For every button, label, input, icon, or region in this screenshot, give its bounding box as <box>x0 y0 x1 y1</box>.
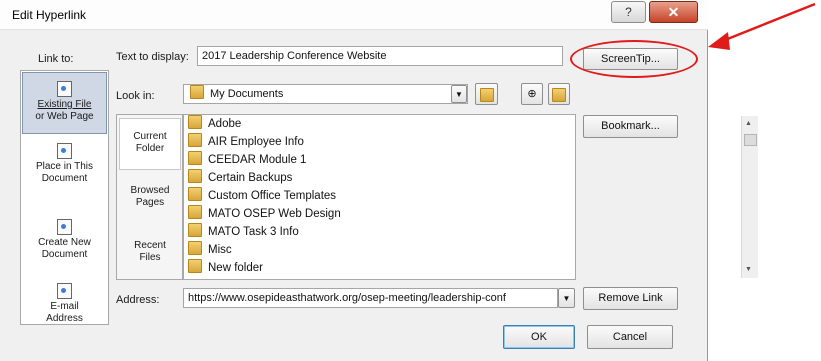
file-name: New folder <box>208 262 263 274</box>
pane-item-label: Folder <box>135 143 165 154</box>
folder-pane: Current Folder Browsed Pages Recent File… <box>116 114 183 280</box>
document-place-icon <box>57 143 72 159</box>
list-item[interactable]: CEEDAR Module 1 <box>188 151 306 169</box>
ok-button[interactable]: OK <box>503 325 575 349</box>
scroll-down-arrow[interactable]: ▼ <box>745 266 752 273</box>
list-item[interactable]: Misc <box>188 241 232 259</box>
link-to-existing-file[interactable]: Existing File or Web Page <box>22 72 107 134</box>
list-item[interactable]: MATO Task 3 Info <box>188 223 299 241</box>
annotation-arrow <box>708 2 816 50</box>
file-name: MATO OSEP Web Design <box>208 208 341 220</box>
list-item[interactable]: Certain Backups <box>188 169 292 187</box>
scroll-up-arrow[interactable]: ▲ <box>745 120 752 127</box>
text-to-display-input[interactable]: 2017 Leadership Conference Website <box>197 46 563 66</box>
help-button[interactable]: ? <box>611 1 646 23</box>
up-folder-icon <box>479 88 494 102</box>
pane-item-label: Browsed <box>130 185 170 196</box>
link-item-label: E-mail <box>50 301 79 312</box>
pane-item-label: Recent <box>134 240 166 251</box>
list-item[interactable]: Custom Office Templates <box>188 187 336 205</box>
open-folder-icon <box>552 88 566 102</box>
up-one-folder-button[interactable] <box>475 83 498 105</box>
link-to-create-new-document[interactable]: Create New Document <box>22 219 107 271</box>
list-item[interactable]: New folder <box>188 259 263 277</box>
address-input[interactable]: https://www.osepideasthatwork.org/osep-m… <box>183 288 558 308</box>
pane-item-label: Files <box>139 252 161 263</box>
text-to-display-label: Text to display: <box>116 51 189 63</box>
look-in-dropdown-arrow[interactable]: ▼ <box>451 85 467 103</box>
file-list[interactable]: Adobe AIR Employee Info CEEDAR Module 1 … <box>183 114 758 280</box>
look-in-dropdown[interactable]: My Documents <box>183 84 468 104</box>
link-to-sidebar: Existing File or Web Page Place in This … <box>20 70 109 325</box>
link-to-place-in-document[interactable]: Place in This Document <box>22 143 107 195</box>
link-item-label: Document <box>41 249 88 260</box>
arrow-head <box>708 32 730 50</box>
browse-web-button[interactable]: ⊕ <box>521 83 543 105</box>
email-icon <box>57 283 72 299</box>
look-in-label: Look in: <box>116 90 155 102</box>
link-item-label: Address <box>46 313 83 324</box>
folder-icon <box>188 115 202 129</box>
cancel-button[interactable]: Cancel <box>587 325 673 349</box>
link-to-email-address[interactable]: E-mail Address <box>22 283 107 324</box>
folder-icon <box>188 241 202 255</box>
new-document-icon <box>57 219 72 235</box>
current-folder-tab[interactable]: Current Folder <box>119 118 181 170</box>
folder-icon <box>188 187 202 201</box>
link-item-label: Place in This <box>35 161 94 172</box>
file-list-scrollbar[interactable]: ▲ ▼ <box>741 116 758 278</box>
title-bar: Edit Hyperlink ? ✕ <box>0 0 708 30</box>
folder-icon <box>188 151 202 165</box>
folder-icon <box>188 259 202 273</box>
search-globe-icon: ⊕ <box>527 88 537 100</box>
annotation-ellipse <box>570 40 698 78</box>
link-item-label: or Web Page <box>35 111 94 122</box>
file-name: CEEDAR Module 1 <box>208 154 307 166</box>
address-dropdown-arrow[interactable]: ▼ <box>558 288 575 308</box>
remove-link-button[interactable]: Remove Link <box>583 287 678 310</box>
link-item-label: Document <box>41 173 88 184</box>
folder-icon <box>190 85 204 99</box>
list-item[interactable]: Adobe <box>188 115 241 133</box>
list-item[interactable]: MATO OSEP Web Design <box>188 205 341 223</box>
recent-files-tab[interactable]: Recent Files <box>119 240 181 270</box>
link-item-label: Existing File <box>37 99 92 110</box>
file-name: Adobe <box>208 118 242 130</box>
bookmark-button[interactable]: Bookmark... <box>583 115 678 138</box>
address-label: Address: <box>116 294 160 306</box>
file-name: Certain Backups <box>208 172 293 184</box>
link-item-label: Create New <box>38 237 91 248</box>
pane-item-label: Pages <box>135 197 165 208</box>
list-item[interactable]: AIR Employee Info <box>188 133 304 151</box>
browse-file-button[interactable] <box>548 83 570 105</box>
link-to-label: Link to: <box>38 53 74 65</box>
folder-icon <box>188 223 202 237</box>
file-name: MATO Task 3 Info <box>208 226 299 238</box>
file-name: AIR Employee Info <box>208 136 304 148</box>
pane-item-label: Current <box>133 131 167 142</box>
file-name: Misc <box>208 244 232 256</box>
scrollbar-thumb[interactable] <box>744 134 757 146</box>
browsed-pages-tab[interactable]: Browsed Pages <box>119 185 181 215</box>
arrow-shaft <box>719 2 816 44</box>
dialog-title: Edit Hyperlink <box>12 8 87 22</box>
look-in-value: My Documents <box>210 88 284 100</box>
file-name: Custom Office Templates <box>208 190 337 202</box>
folder-icon <box>188 205 202 219</box>
web-page-icon <box>57 81 72 97</box>
folder-icon <box>188 133 202 147</box>
folder-icon <box>188 169 202 183</box>
